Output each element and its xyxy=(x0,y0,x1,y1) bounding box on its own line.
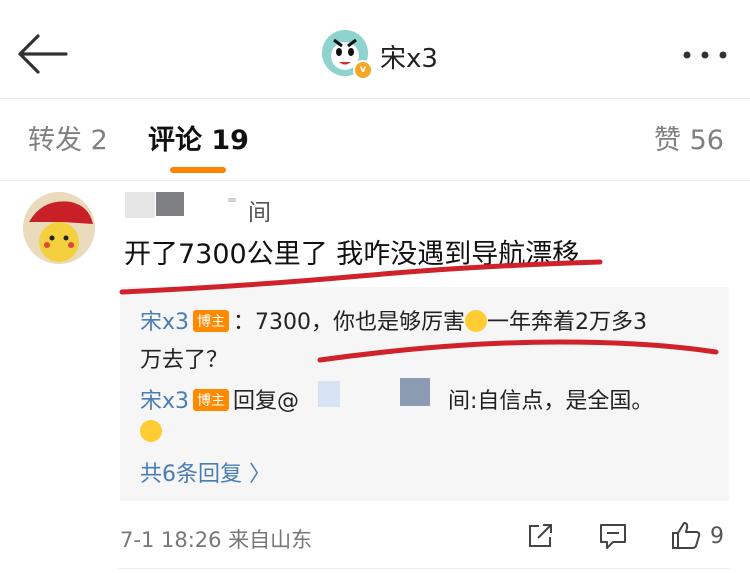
tab-comment[interactable]: 评论 19 xyxy=(148,118,249,157)
verified-badge-icon: v xyxy=(353,60,373,80)
blogger-name[interactable]: 宋x3 xyxy=(380,38,438,75)
bottom-divider xyxy=(118,568,730,569)
tabs-divider xyxy=(0,180,750,181)
blogger-badge: 博主 xyxy=(193,389,230,411)
reply-text: ：7300，你也是够厉害 xyxy=(233,310,466,335)
redacted-username-block xyxy=(228,198,236,202)
more-replies-link[interactable]: 共6条回复 〉 xyxy=(140,456,271,488)
header-divider xyxy=(0,98,750,99)
share-icon[interactable] xyxy=(526,522,554,550)
top-bar xyxy=(0,0,750,100)
blogger-badge: 博主 xyxy=(193,310,230,332)
reply-1: 宋x3 博主 ：7300，你也是够厉害 一年奔着2万多3 xyxy=(140,304,647,336)
commenter-avatar[interactable] xyxy=(23,192,95,264)
commenter-name-suffix[interactable]: 间 xyxy=(248,193,271,227)
pikachu-avatar-icon xyxy=(23,192,95,264)
laughing-emoji-icon xyxy=(140,420,162,442)
reply-2-text: 间:自信点，是全国。 xyxy=(448,389,654,414)
redacted-mention-block xyxy=(400,378,430,406)
thumbs-up-icon[interactable] xyxy=(670,520,702,550)
more-dots-icon[interactable] xyxy=(680,48,730,62)
comment-text: 开了7300公里了 我咋没遇到导航漂移 xyxy=(124,239,580,270)
reply-text: 一年奔着2万多3 xyxy=(487,310,648,335)
active-tab-indicator xyxy=(170,167,226,173)
laughing-emoji-icon xyxy=(465,310,488,332)
redacted-username-block xyxy=(125,192,155,218)
reply-1-line2: 万去了？ xyxy=(140,348,229,373)
like-count: 9 xyxy=(710,524,724,549)
comment-icon[interactable] xyxy=(598,522,628,550)
redacted-username-block xyxy=(156,192,184,216)
tab-likes[interactable]: 赞 56 xyxy=(654,118,724,157)
reply-author[interactable]: 宋x3 xyxy=(140,389,189,414)
reply-author[interactable]: 宋x3 xyxy=(140,310,189,335)
tab-repost[interactable]: 转发 2 xyxy=(28,118,108,157)
reply-2: 宋x3 博主 回复@ xyxy=(140,383,299,415)
redacted-mention-block xyxy=(318,381,340,407)
comment-meta: 7-1 18:26 来自山东 xyxy=(120,528,313,552)
back-arrow-icon[interactable] xyxy=(16,34,68,74)
reply-prefix: 回复@ xyxy=(233,389,300,414)
